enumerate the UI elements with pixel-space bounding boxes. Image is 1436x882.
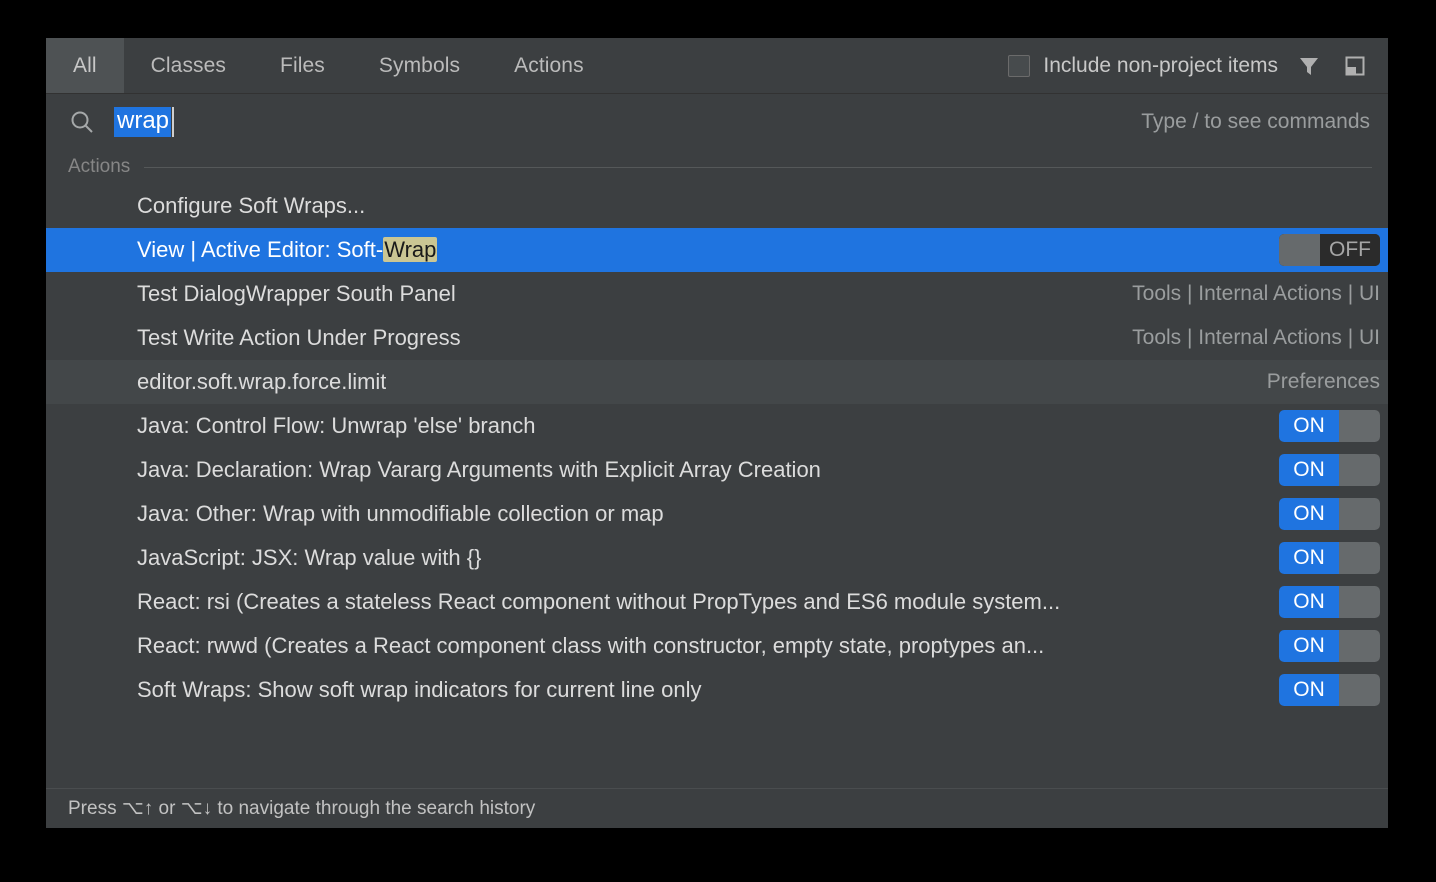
result-row-title: View | Active Editor: Soft-Wrap (137, 237, 438, 263)
tab-label: Symbols (378, 53, 461, 77)
results-group-header: Actions (46, 150, 1388, 184)
tab-all[interactable]: All (46, 38, 124, 93)
tab-label: Classes (150, 53, 227, 77)
result-row[interactable]: View | Active Editor: Soft-Wrap OFF (46, 228, 1388, 272)
result-row-toggle[interactable]: OFF (1279, 234, 1380, 266)
toggle-knob (1339, 630, 1380, 662)
tab-bar: All Classes Files Symbols Actions (46, 38, 611, 93)
result-row-toggle[interactable]: ON (1279, 498, 1380, 530)
search-icon (68, 108, 96, 136)
result-row[interactable]: Java: Control Flow: Unwrap 'else' branch… (46, 404, 1388, 448)
result-title-text: View | Active Editor: Soft- (137, 237, 384, 262)
tab-files[interactable]: Files (253, 38, 352, 93)
result-row-title: React: rsi (Creates a stateless React co… (137, 589, 1061, 614)
search-input[interactable]: wrap (114, 106, 175, 138)
tab-symbols[interactable]: Symbols (352, 38, 487, 93)
toggle-knob (1339, 586, 1380, 618)
result-row-location: Tools | Internal Actions | UI (1132, 282, 1380, 305)
toggle-knob (1339, 498, 1380, 530)
toggle-state-label: ON (1279, 498, 1339, 530)
toggle-knob (1279, 234, 1320, 266)
result-row-toggle[interactable]: ON (1279, 630, 1380, 662)
result-row[interactable]: Test Write Action Under Progress Tools | … (46, 316, 1388, 360)
search-bar[interactable]: wrap Type / to see commands (46, 94, 1388, 150)
result-row-location: Preferences (1266, 370, 1380, 393)
toggle-state-label: ON (1279, 454, 1339, 486)
tab-classes[interactable]: Classes (124, 38, 253, 93)
result-row-toggle[interactable]: ON (1279, 454, 1380, 486)
result-row[interactable]: Java: Other: Wrap with unmodifiable coll… (46, 492, 1388, 536)
include-non-project-items-checkbox[interactable]: Include non-project items (1008, 54, 1278, 78)
toggle-knob (1339, 674, 1380, 706)
toggle-state-label: ON (1279, 674, 1339, 706)
result-row-title: Soft Wraps: Show soft wrap indicators fo… (137, 677, 702, 702)
group-separator (144, 166, 1372, 168)
toggle-knob (1339, 410, 1380, 442)
result-row-title: editor.soft.wrap.force.limit (137, 369, 387, 394)
checkbox-box[interactable] (1008, 54, 1031, 77)
result-row-toggle[interactable]: ON (1279, 542, 1380, 574)
result-row[interactable]: Soft Wraps: Show soft wrap indicators fo… (46, 668, 1388, 712)
result-row-title: JavaScript: JSX: Wrap value with {} (137, 545, 482, 570)
result-row[interactable]: editor.soft.wrap.force.limit Preferences (46, 360, 1388, 404)
result-row-title: Test Write Action Under Progress (137, 325, 461, 350)
result-row[interactable]: Java: Declaration: Wrap Vararg Arguments… (46, 448, 1388, 492)
toggle-state-label: ON (1279, 542, 1339, 574)
result-row-toggle[interactable]: ON (1279, 586, 1380, 618)
toggle-state-label: ON (1279, 586, 1339, 618)
dialog-header: All Classes Files Symbols Actions Include no… (46, 38, 1388, 94)
result-row-title: React: rwwd (Creates a React component c… (137, 633, 1045, 658)
header-right-controls: Include non-project items (1008, 38, 1388, 93)
toggle-state-label: OFF (1320, 234, 1380, 266)
result-row-toggle[interactable]: ON (1279, 674, 1380, 706)
results-list[interactable]: Actions Configure Soft Wraps... View | Ac… (46, 150, 1388, 788)
toggle-knob (1339, 454, 1380, 486)
text-caret (172, 106, 175, 137)
toggle-state-label: ON (1279, 410, 1339, 442)
results-group-label: Actions (68, 156, 131, 177)
include-non-project-items-label: Include non-project items (1043, 53, 1278, 77)
result-row-title: Java: Control Flow: Unwrap 'else' branch (137, 413, 536, 438)
toggle-state-label: ON (1279, 630, 1339, 662)
result-row[interactable]: React: rwwd (Creates a React component c… (46, 624, 1388, 668)
tab-label: Files (280, 53, 325, 77)
search-commands-hint: Type / to see commands (1141, 110, 1370, 133)
result-row-title: Test DialogWrapper South Panel (137, 281, 456, 306)
tab-label: Actions (514, 53, 584, 77)
dialog-footer: Press ⌥↑ or ⌥↓ to navigate through the s… (46, 788, 1388, 828)
footer-hint-text: Press ⌥↑ or ⌥↓ to navigate through the s… (68, 798, 536, 819)
search-match-highlight: Wrap (383, 237, 438, 262)
result-row-toggle[interactable]: ON (1279, 410, 1380, 442)
toggle-knob (1339, 542, 1380, 574)
tab-actions[interactable]: Actions (487, 38, 611, 93)
preview-panel-icon[interactable] (1340, 51, 1370, 81)
result-row-location: Tools | Internal Actions | UI (1132, 326, 1380, 349)
result-row-title: Configure Soft Wraps... (137, 193, 366, 218)
result-row-title: Java: Other: Wrap with unmodifiable coll… (137, 501, 664, 526)
filter-icon[interactable] (1294, 51, 1324, 81)
tab-label: All (73, 53, 97, 77)
result-row[interactable]: Configure Soft Wraps... (46, 184, 1388, 228)
result-row[interactable]: React: rsi (Creates a stateless React co… (46, 580, 1388, 624)
search-input-value: wrap (114, 106, 172, 138)
result-row-title: Java: Declaration: Wrap Vararg Arguments… (137, 457, 821, 482)
result-row[interactable]: JavaScript: JSX: Wrap value with {} ON (46, 536, 1388, 580)
result-row[interactable]: Test DialogWrapper South Panel Tools | In… (46, 272, 1388, 316)
search-everywhere-dialog: All Classes Files Symbols Actions Include no… (46, 38, 1388, 828)
